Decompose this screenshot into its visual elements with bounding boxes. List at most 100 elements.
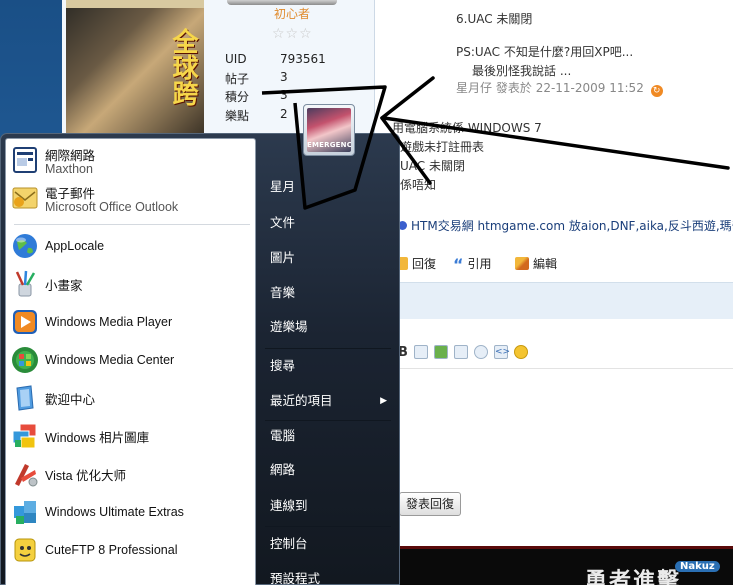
right-item-default-programs[interactable]: 預設程式 [265,564,391,585]
stat-fun-label: 樂點 [225,109,250,123]
right-item-documents[interactable]: 文件 [265,208,391,238]
speech-bubble-icon[interactable] [474,345,488,359]
right-item-network[interactable]: 網路 [265,455,391,485]
program-item-applocale[interactable]: AppLocale [6,227,255,265]
right-item-control-panel[interactable]: 控制台 [265,529,391,559]
nakuz-logo: Nakuz [675,561,720,572]
image-icon[interactable] [434,345,448,359]
right-item-computer[interactable]: 電腦 [265,421,391,451]
media-center-icon [12,347,38,373]
pinned-item-internet[interactable]: 網際網路 Maxthon [6,141,255,179]
program-item-vista-optimizer[interactable]: Vista 优化大师 [6,455,255,493]
ad-link[interactable]: htmgame.com [478,219,566,233]
stat-uid-label: UID [225,52,247,66]
outlook-icon [12,187,38,209]
right-item-music[interactable]: 音樂 [265,278,391,308]
post-time: 22-11-2009 11:52 [535,81,644,95]
editor-toolbar: B <> [398,343,528,361]
pinned-item-email[interactable]: 電子郵件 Microsoft Office Outlook [6,179,255,217]
bottom-game-banner[interactable]: 勇者進擊 Nakuz [375,546,733,585]
program-label: AppLocale [45,239,105,253]
post-author[interactable]: 星月仔 [456,81,492,95]
program-label: CuteFTP 8 Professional [45,543,178,557]
code-icon[interactable]: <> [494,345,510,359]
quote-action[interactable]: “引用 [453,255,492,274]
program-item-paint[interactable]: 小畫家 [6,265,255,303]
right-item-games[interactable]: 遊樂場 [265,312,391,342]
user-picture-tag: EMERGENCY [307,141,351,149]
edit-label: 編輯 [533,257,558,271]
post-reply-button[interactable]: 發表回復 [399,492,461,516]
program-label: Windows Ultimate Extras [45,505,184,519]
post-body-line-4: 係唔知 [400,178,437,192]
quote-line-2: 最後別怪我說話 ... [472,64,572,78]
bottom-banner-text: 勇者進擊 [585,569,682,585]
right-item-pictures[interactable]: 圖片 [265,243,391,273]
rank-stars: ☆☆☆ [272,26,313,42]
post-meta: 星月仔 發表於 22-11-2009 11:52 ↻ [456,79,663,97]
right-separator [265,526,391,527]
program-item-welcome-center[interactable]: 歡迎中心 [6,379,255,417]
start-menu: 網際網路 Maxthon 電子郵件 Microsoft Office Outlo… [0,133,400,585]
refresh-icon[interactable]: ↻ [650,85,663,97]
media-player-icon [13,310,37,334]
post-body-line-1: 用電腦系統係 WINDOWS 7 [392,121,542,135]
ad-text: HTM交易網 [411,219,474,233]
program-label: Windows Media Center [45,353,175,367]
vista-optimizer-icon [15,464,38,487]
program-label: 小畫家 [45,278,83,293]
right-separator [265,348,391,349]
stat-uid-value: 793561 [280,52,326,66]
color-grid-icon[interactable] [414,345,428,359]
programs-pane: 網際網路 Maxthon 電子郵件 Microsoft Office Outlo… [5,138,256,585]
pinned-sub: Maxthon [45,162,93,176]
right-item-connect-to[interactable]: 連線到 [265,491,391,521]
ad-line[interactable]: HTM交易網 htmgame.com 放aion,DNF,aika,反斗西遊,瑪… [398,217,733,234]
right-item-search[interactable]: 搜尋 [265,351,391,381]
pinned-separator [14,224,250,225]
rank-title: 初心者 [274,7,311,21]
stat-points-label: 積分 [225,90,250,104]
maxthon-icon [13,147,37,173]
post-divider-bar [375,282,733,319]
program-item-media-player[interactable]: Windows Media Player [6,303,255,341]
photo-gallery-icon [12,423,37,449]
post-body-line-2: 遊戲未打註冊表 [400,140,485,154]
paint-brushes-icon [15,270,36,297]
stat-points-value: 3 [280,88,288,102]
program-label: Windows Media Player [45,315,173,329]
welcome-center-icon [16,385,34,411]
program-label: Vista 优化大师 [45,468,127,483]
right-item-user-folder[interactable]: 星月 [265,172,391,202]
edit-action[interactable]: 編輯 [515,255,557,272]
quote-icon: “ [453,255,464,274]
right-item-recent-items[interactable]: 最近的項目 ▶ [265,386,391,416]
ultimate-extras-icon [14,501,36,524]
program-item-photo-gallery[interactable]: Windows 相片圖庫 [6,417,255,455]
applocale-globe-icon [13,234,37,258]
start-menu-right-pane: 星月 文件 圖片 音樂 遊樂場 搜尋 最近的項目 ▶ 電腦 網路 連線到 控制台… [257,134,401,585]
user-account-picture[interactable]: EMERGENCY [303,104,355,156]
program-label: Windows 相片圖庫 [45,430,150,445]
stat-fun-value: 2 [280,107,288,121]
user-picture-image: EMERGENCY [307,108,351,152]
quote-line-1: PS:UAC 不知是什麼?用回XP吧... [456,45,634,59]
submenu-arrow-icon: ▶ [380,396,387,406]
recent-items-label: 最近的項目 [270,393,333,408]
pencil-icon [515,257,529,270]
reply-label: 回復 [412,257,437,271]
cuteftp-icon [14,538,36,562]
quote-label: 引用 [467,257,492,271]
smiley-icon[interactable] [514,345,528,359]
program-item-cuteftp[interactable]: CuteFTP 8 Professional [6,531,255,569]
link-icon[interactable] [454,345,468,359]
reply-editor[interactable] [375,368,733,488]
stat-posts-value: 3 [280,70,288,84]
program-item-ultimate-extras[interactable]: Windows Ultimate Extras [6,493,255,531]
post-body-line-3: UAC 未關閉 [400,159,465,173]
pinned-sub: Microsoft Office Outlook [45,200,179,214]
program-item-media-center[interactable]: Windows Media Center [6,341,255,379]
banner-text: 全球跨 [168,28,198,106]
post-posted-label: 發表於 [495,81,532,95]
profile-avatar-banner: 全球跨 [66,0,204,135]
